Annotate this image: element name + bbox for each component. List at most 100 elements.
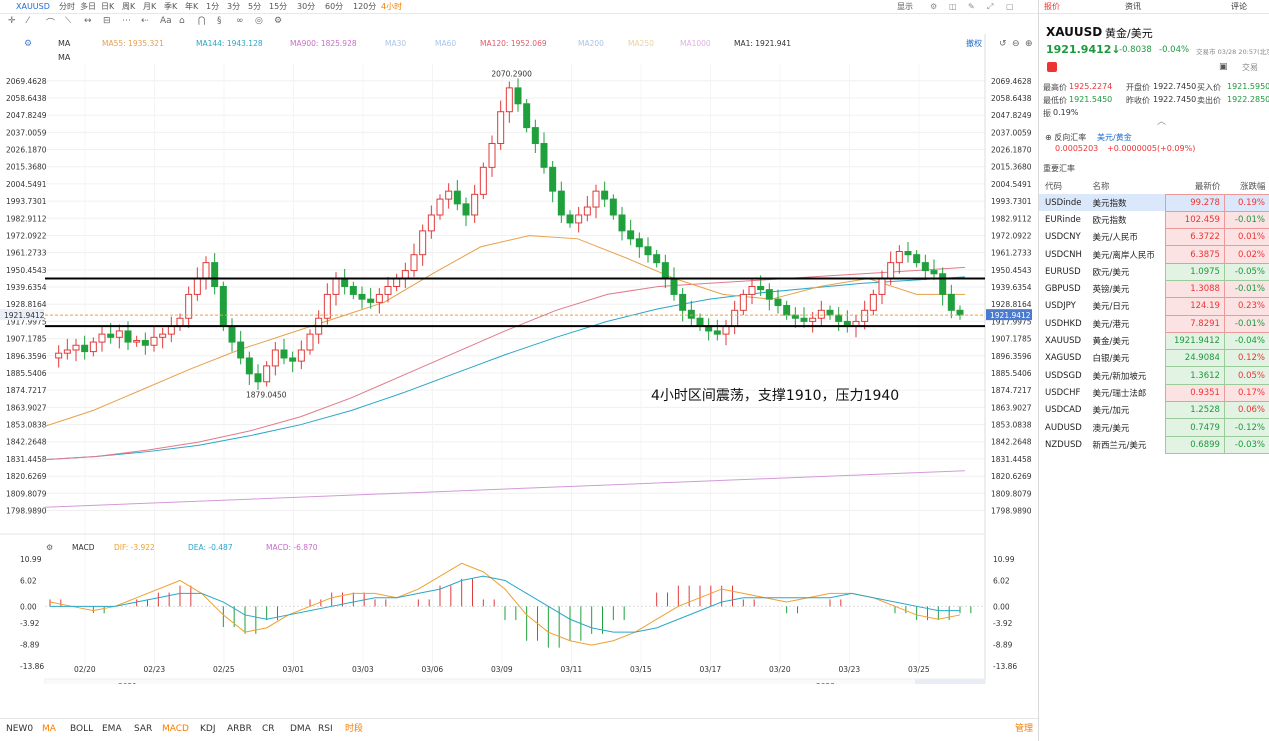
indicator-kdj[interactable]: KDJ	[200, 719, 216, 739]
zoom-out-icon[interactable]: ⊖	[1012, 39, 1020, 49]
crosshair-icon[interactable]: ✛	[8, 16, 16, 26]
ma-settings-icon[interactable]: ⚙	[24, 39, 32, 49]
eye-tool-icon[interactable]: ◎	[255, 16, 263, 26]
watchlist-header-cell[interactable]: 最新价	[1165, 178, 1224, 194]
indicator-时段[interactable]: 时段	[345, 719, 363, 739]
camera-icon[interactable]: ◫	[949, 0, 957, 14]
indicator-macd[interactable]: MACD	[162, 719, 189, 739]
quote-label: 买入价	[1197, 83, 1221, 92]
chart-svg[interactable]: 2069.4628 2069.4628 2058.6438 2058.6438 2047…	[0, 34, 1038, 714]
navigator[interactable]	[44, 678, 986, 714]
watchlist-row[interactable]: EURinde 欧元指数 102.459 -0.01%	[1039, 210, 1269, 230]
watch-pct: 0.12%	[1223, 349, 1269, 368]
indicator-boll[interactable]: BOLL	[70, 719, 93, 739]
watchlist-row[interactable]: XAGUSD 白银/美元 24.9084 0.12%	[1039, 349, 1269, 368]
watchlist-row[interactable]: USDCHF 美元/瑞士法郎 0.9351 0.17%	[1039, 383, 1269, 403]
watchlist-header-cell[interactable]: 名称	[1090, 178, 1165, 194]
undo-icon[interactable]: ↺	[999, 39, 1007, 49]
manage-button[interactable]: 管理	[1015, 719, 1033, 739]
period-tab-14[interactable]: 4小时	[381, 0, 402, 14]
window-icon[interactable]: ▢	[1006, 0, 1014, 14]
watchlist-header-cell[interactable]: 涨跌幅	[1224, 178, 1269, 194]
date-label: 03/09	[491, 665, 513, 674]
indicator-cr[interactable]: CR	[262, 719, 275, 739]
symbol-label[interactable]: XAUUSD	[16, 0, 50, 14]
period-tab-1[interactable]: 多日	[80, 0, 96, 14]
watchlist-row[interactable]: USDHKD 美元/港元 7.8291 -0.01%	[1039, 314, 1269, 333]
price-tick-left: 2058.6438	[6, 94, 47, 103]
line-tool-icon[interactable]: ⁄	[27, 16, 29, 26]
range-tool-icon[interactable]: ↔	[84, 16, 92, 26]
candle	[254, 364, 262, 390]
candle	[826, 305, 834, 320]
period-tab-11[interactable]: 30分	[297, 0, 315, 14]
reverse-rate-pair[interactable]: 美元/黄金	[1097, 132, 1132, 143]
period-tab-9[interactable]: 5分	[248, 0, 261, 14]
watchlist-row[interactable]: USDSGD 美元/新加坡元 1.3612 0.05%	[1039, 366, 1269, 385]
period-tab-8[interactable]: 3分	[227, 0, 240, 14]
indicator-ema[interactable]: EMA	[102, 719, 122, 739]
watchlist-header-cell[interactable]: 代码	[1039, 178, 1090, 194]
watchlist-row[interactable]: AUDUSD 澳元/美元 0.7479 -0.12%	[1039, 418, 1269, 437]
watchlist-row[interactable]: NZDUSD 新西兰元/美元 0.6899 -0.03%	[1039, 435, 1269, 454]
period-tab-5[interactable]: 季K	[164, 0, 177, 14]
back-tool-icon[interactable]: ⇠	[141, 16, 149, 26]
watchlist-row[interactable]: GBPUSD 英镑/美元 1.3088 -0.01%	[1039, 279, 1269, 299]
ma-legend-item: MA144: 1943.128	[196, 39, 263, 48]
watchlist-row[interactable]: EURUSD 欧元/美元 1.0975 -0.05%	[1039, 262, 1269, 281]
fib-tool-icon[interactable]: §	[217, 16, 222, 26]
period-tab-13[interactable]: 120分	[353, 0, 376, 14]
curve-tool-icon[interactable]: ⌒	[46, 16, 55, 29]
period-tab-6[interactable]: 年K	[185, 0, 198, 14]
house-tool-icon[interactable]: ⌂	[179, 16, 185, 26]
display-menu[interactable]: 显示	[897, 0, 913, 14]
indicator-rsi[interactable]: RSI	[318, 719, 333, 739]
right-tab-1[interactable]: 资讯	[1125, 0, 1141, 14]
text-tool-icon[interactable]: Aa	[160, 16, 172, 26]
collapse-icon[interactable]: ︿	[1157, 114, 1166, 127]
chart-area[interactable]: 2069.4628 2069.4628 2058.6438 2058.6438 2047…	[0, 34, 1038, 714]
navigator-window[interactable]	[915, 679, 985, 713]
indicator-new0[interactable]: NEW0	[6, 719, 33, 739]
price-tick-right: 1831.4458	[991, 455, 1032, 464]
restore-rights-button[interactable]: 撤权	[966, 38, 982, 48]
period-tab-2[interactable]: 日K	[101, 0, 114, 14]
watchlist-row[interactable]: USDCAD 美元/加元 1.2528 0.06%	[1039, 401, 1269, 420]
zoom-in-icon[interactable]: ⊕	[1025, 39, 1033, 49]
right-tab-0[interactable]: 报价	[1044, 0, 1060, 14]
favorite-icon[interactable]	[1047, 62, 1057, 72]
indicator-ma[interactable]: MA	[42, 719, 56, 739]
ray-tool-icon[interactable]: ⟍	[65, 16, 71, 26]
indicator-sar[interactable]: SAR	[134, 719, 152, 739]
more-tool-icon[interactable]: ⋯	[122, 16, 131, 26]
pencil-icon[interactable]: ✎	[968, 0, 975, 14]
macd-tick-left: -3.92	[20, 619, 40, 628]
link-tool-icon[interactable]: ∞	[236, 16, 244, 26]
period-tab-10[interactable]: 15分	[269, 0, 287, 14]
alert-icon[interactable]: ▣	[1219, 62, 1228, 72]
period-tab-12[interactable]: 60分	[325, 0, 343, 14]
macd-settings-icon[interactable]: ⚙	[46, 543, 53, 552]
watchlist-row[interactable]: XAUUSD 黄金/美元 1921.9412 -0.04%	[1039, 331, 1269, 351]
indicator-dma[interactable]: DMA	[290, 719, 311, 739]
year-label: 2022	[816, 682, 835, 684]
watch-name: 美元/加元	[1092, 406, 1130, 417]
date-label: 02/20	[74, 665, 96, 674]
trade-button[interactable]: 交易	[1242, 62, 1258, 73]
channel-tool-icon[interactable]: ⊟	[103, 16, 111, 26]
settings-icon[interactable]: ⚙	[274, 16, 282, 26]
watchlist-row[interactable]: USDinde 美元指数 99.278 0.19%	[1039, 193, 1269, 212]
period-tab-0[interactable]: 分时	[59, 0, 75, 14]
right-tab-2[interactable]: 评论	[1231, 0, 1247, 14]
indicator-arbr[interactable]: ARBR	[227, 719, 252, 739]
period-tab-3[interactable]: 周K	[122, 0, 135, 14]
watchlist-row[interactable]: USDCNH 美元/离岸人民币 6.3875 0.02%	[1039, 245, 1269, 264]
arc-tool-icon[interactable]: ⋂	[198, 16, 205, 26]
period-tab-7[interactable]: 1分	[206, 0, 219, 14]
watchlist-row[interactable]: USDJPY 美元/日元 124.19 0.23%	[1039, 297, 1269, 316]
watchlist-row[interactable]: USDCNY 美元/人民币 6.3722 0.01%	[1039, 228, 1269, 247]
gear-icon[interactable]: ⚙	[930, 0, 937, 14]
fullscreen-icon[interactable]: ⤢	[987, 0, 993, 14]
period-tab-4[interactable]: 月K	[143, 0, 156, 14]
low-price-label: 1879.0450	[246, 390, 287, 399]
